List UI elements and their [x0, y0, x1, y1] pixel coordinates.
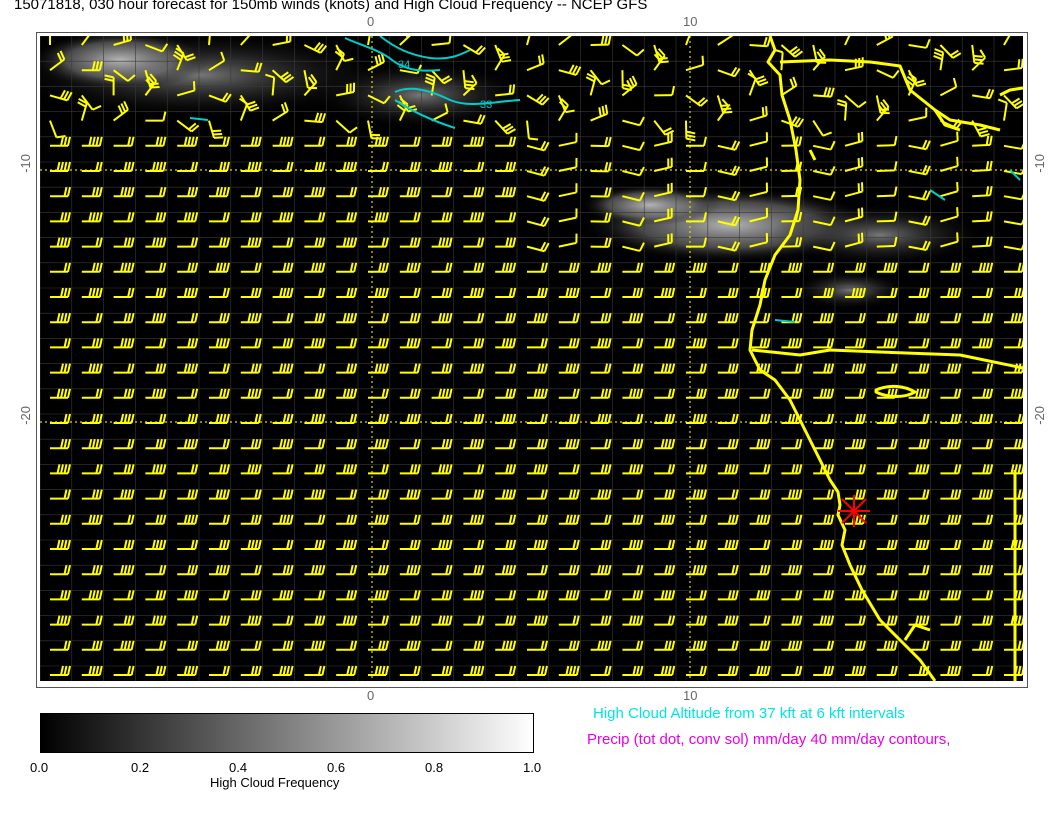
colorbar-tick: 0.0: [30, 760, 49, 775]
map-background: [40, 36, 1023, 681]
lat-tick-right: -10: [1032, 154, 1047, 173]
contour-label: 34: [398, 59, 410, 71]
precip-note: Precip (tot dot, conv sol) mm/day 40 mm/…: [587, 731, 951, 748]
lat-tick-left: -20: [18, 406, 33, 425]
lon-tick-top: 0: [367, 14, 375, 29]
colorbar-tick: 0.8: [425, 760, 444, 775]
lon-tick-bottom: 0: [367, 688, 375, 703]
colorbar-tick: 1.0: [523, 760, 542, 775]
lat-tick-left: -10: [18, 154, 33, 173]
lon-tick-top: 10: [683, 14, 698, 29]
colorbar: [40, 713, 534, 753]
colorbar-tick: 0.2: [131, 760, 150, 775]
colorbar-title: High Cloud Frequency: [210, 775, 340, 790]
cloud-altitude-note: High Cloud Altitude from 37 kft at 6 kft…: [593, 705, 905, 722]
forecast-map: 34 33: [40, 36, 1023, 681]
colorbar-tick: 0.4: [229, 760, 248, 775]
contour-label: 33: [480, 99, 492, 111]
location-marker-icon: [838, 495, 870, 527]
colorbar-tick: 0.6: [327, 760, 346, 775]
lon-tick-bottom: 10: [683, 688, 698, 703]
lat-tick-right: -20: [1032, 406, 1047, 425]
